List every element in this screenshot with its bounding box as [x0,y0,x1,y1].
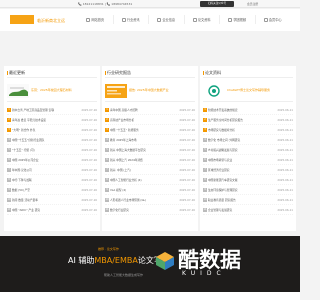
list-item[interactable]: 11 数字化行业研究 2025-07-16 [105,205,195,215]
nav-videos[interactable]: 学团视频 [219,15,255,24]
list-item[interactable]: 8 中国人工智能行业分析 (4) 2025-07-16 [105,175,195,185]
list-item[interactable]: 8 中行:下降与加联 2025-07-16 [7,175,97,185]
news-icon [121,17,126,22]
list-item[interactable]: 8 中国新能源汽车研究文献 2025-06-11 [203,175,293,185]
list-item[interactable]: 1 青年中国 高级人才招聘 2025-07-16 [105,105,195,115]
list-item[interactable]: 4 数字化 市场之间: 外网研究 2025-06-11 [203,135,293,145]
watermark-subtext: KUIDC [182,270,226,277]
list-item[interactable]: 6 新兴 中国上汽 2024年消费 2025-07-16 [105,155,195,165]
list-item[interactable]: 7 年中国:汉化公司 2025-07-16 [7,165,97,175]
list-item[interactable]: 2 高科技产业市场分析 2025-07-16 [105,115,195,125]
industry-reports-panel: 行业研究报告 报告: 2025年中国大数据产业 1 青年中国 高级人才招聘 2025… [102,66,198,231]
footer-strip [0,292,300,300]
featured-thumbnail[interactable] [7,84,29,98]
list-item[interactable]: 2 青年政 委员 平稳元技术设装 2025-07-16 [7,115,97,125]
divider [7,77,97,78]
divider [105,101,195,102]
list-item[interactable]: 1 智能技术开发系统的规定 2025-06-11 [203,105,293,115]
divider [203,101,293,102]
register-link[interactable]: 会员注册 [247,2,258,6]
building-icon [157,17,162,22]
home-icon [86,17,91,22]
list-item[interactable]: 10 人形机器人行业市场预测 (GL) 2025-07-16 [105,195,195,205]
divider [203,77,293,78]
contact-phone: 📞 18121118831 | 📞 18984744531 [78,2,133,6]
article-list: 1 新中台湾 产地工区商品及管理 安联 2025-07-16 2 青年政 委员 平稳元… [7,105,97,215]
user-icon [263,17,268,22]
main-nav: 网站首页 行业资讯 企业信息 论文资料 学团视频 会员中心 [78,15,290,24]
featured-thumbnail[interactable] [105,84,127,98]
top-bar: 📞 18121118831 | 📞 18984744531 扫码关注公众号 会员… [0,0,300,8]
list-item[interactable]: 9 VLA 模型 (4) 2025-07-16 [105,185,195,195]
featured-caption[interactable]: 报告: 2025年中国大数据产业 [129,88,169,92]
featured-caption[interactable]: ChatGPT博士论文写作辅导服务 [227,88,270,92]
list-item[interactable]: 9 数据 (50) 产至 2025-07-16 [7,185,97,195]
featured-thumbnail[interactable] [203,84,225,98]
logo-text: 临沂新商北立远 [37,18,65,23]
latest-updates-panel: 最近更新 东营：2025年校园大理石材料 1 新中台湾 产地工区商品及管理 安联 2… [4,66,100,231]
banner-description: 帮助人工智能大数据生成写作 [104,273,144,277]
document-icon [192,17,197,22]
list-item[interactable]: 1 新中台湾 产地工区商品及管理 安联 2025-07-16 [7,105,97,115]
nav-home[interactable]: 网站首页 [78,15,113,24]
article-list: 1 智能技术开发系统的规定 2025-06-11 2 生产服务全时间分析研究报告 202… [203,105,293,215]
site-logo[interactable] [10,15,34,24]
divider [7,101,97,102]
list-item[interactable]: 7 新兴: 中国 (上汽) 2025-07-16 [105,165,195,175]
divider [105,77,195,78]
list-item[interactable]: 5 乡村振兴战略发展与研究 2025-06-11 [203,145,293,155]
list-item[interactable]: 9 生态环境保护与管理研究 2025-06-11 [203,185,293,195]
list-item[interactable]: 6 中国 2025年公司企业 2025-07-16 [7,155,97,165]
list-item[interactable]: 11 企业管理与发展研究 2025-06-11 [203,205,293,215]
video-icon [228,17,233,22]
list-item[interactable]: 3 “大明” 新合作 外包 2025-07-16 [7,125,97,135]
list-item[interactable]: 10 职业教育质量 研究报告 2025-06-11 [203,195,293,205]
list-item[interactable]: 10 新闻 数量 活动产量率 2025-07-16 [7,195,97,205]
wechat-follow-button[interactable]: 扫码关注公众号 [200,1,234,7]
panel-title: 论文资料 [205,70,221,75]
article-list: 1 青年中国 高级人才招聘 2025-07-16 2 高科技产业市场分析 2025-07… [105,105,195,215]
watermark-cube-icon [156,252,174,270]
promo-banner[interactable]: 推荐 · 论文写作 AI 辅助MBA/EMBA论文写作 帮助人工智能大数据生成写… [0,236,300,300]
banner-subtitle: 推荐 · 论文写作 [98,247,119,251]
panel-title: 最近更新 [9,70,25,75]
panel-title: 行业研究报告 [107,70,131,75]
list-item[interactable]: 4 教育 2025年上海市场 2025-07-16 [105,135,195,145]
list-item[interactable]: 2 生产服务全时间分析研究报告 2025-06-11 [203,115,293,125]
papers-panel: 论文资料 ChatGPT博士论文写作辅导服务 1 智能技术开发系统的规定 2025-… [200,66,296,231]
list-item[interactable]: 6 中国市场转型与农业 2025-06-11 [203,155,293,165]
nav-industry-news[interactable]: 行业资讯 [112,15,149,24]
list-item[interactable]: 7 区域经济行业研究 2025-06-11 [203,165,293,175]
list-item[interactable]: 3 中国 “十五五” 新增服务 2025-07-16 [105,125,195,135]
site-header: 临沂新商北立远 网站首页 行业资讯 企业信息 论文资料 学团视频 会员中心 [0,9,300,31]
list-item[interactable]: 5 新兴 中国上海大数据平台研究 2025-07-16 [105,145,195,155]
list-item[interactable]: 5 “十五五” 行组 (可) 2025-07-16 [7,145,97,155]
list-item[interactable]: 11 中国 “AIDC” 产业 研究 2025-07-16 [7,205,97,215]
nav-papers[interactable]: 论文资料 [183,15,220,24]
list-item[interactable]: 3 市场研究与数据库分析 2025-06-11 [203,125,293,135]
featured-caption[interactable]: 东营：2025年校园大理石材料 [31,88,72,92]
nav-company-info[interactable]: 企业信息 [148,15,184,24]
nav-member-center[interactable]: 会员中心 [254,15,291,24]
list-item[interactable]: 4 中国“十五五”创新行业团队 2025-07-16 [7,135,97,145]
